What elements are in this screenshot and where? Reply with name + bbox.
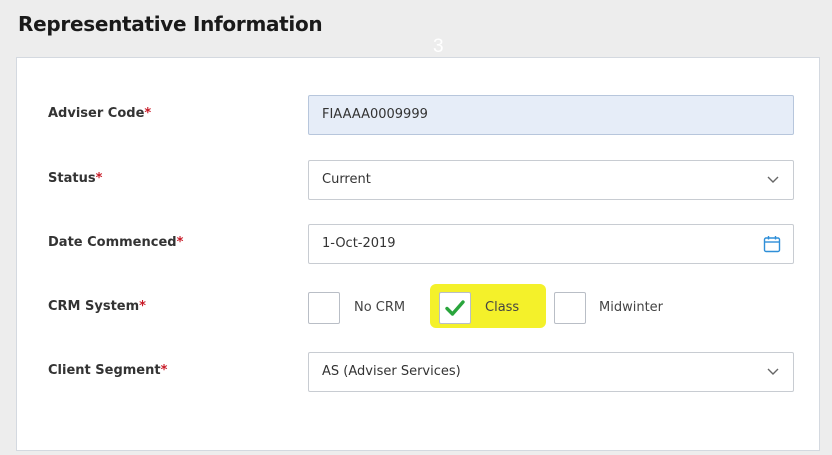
- adviser-code-label: Adviser Code*: [48, 106, 152, 121]
- required-asterisk: *: [144, 106, 152, 121]
- status-label: Status*: [48, 171, 103, 186]
- crm-system-row: CRM System* No CRM Class Midwinter: [17, 284, 819, 328]
- midwinter-checkbox[interactable]: [554, 292, 586, 324]
- crm-system-label: CRM System*: [48, 299, 146, 314]
- client-segment-value: AS (Adviser Services): [322, 364, 461, 379]
- crm-system-options: No CRM Class Midwinter: [308, 284, 808, 328]
- status-row: Status* Current: [17, 160, 819, 200]
- adviser-code-field[interactable]: FIAAAA0009999: [308, 95, 794, 135]
- required-asterisk: *: [139, 299, 146, 314]
- date-commenced-input[interactable]: 1-Oct-2019: [308, 224, 794, 264]
- no-crm-label[interactable]: No CRM: [354, 300, 405, 315]
- chevron-down-icon[interactable]: [767, 161, 779, 199]
- checkmark-icon: [445, 300, 465, 316]
- section-marker: 3: [433, 36, 444, 57]
- required-asterisk: *: [160, 363, 168, 378]
- status-value: Current: [322, 172, 371, 187]
- class-checkbox[interactable]: [439, 292, 471, 324]
- client-segment-label: Client Segment*: [48, 363, 168, 378]
- no-crm-checkbox[interactable]: [308, 292, 340, 324]
- chevron-down-icon[interactable]: [767, 353, 779, 391]
- calendar-icon[interactable]: [763, 235, 781, 253]
- midwinter-label[interactable]: Midwinter: [599, 300, 663, 315]
- client-segment-row: Client Segment* AS (Adviser Services): [17, 352, 819, 392]
- status-select[interactable]: Current: [308, 160, 794, 200]
- class-label[interactable]: Class: [485, 300, 519, 315]
- date-commenced-value: 1-Oct-2019: [322, 236, 396, 251]
- client-segment-select[interactable]: AS (Adviser Services): [308, 352, 794, 392]
- date-commenced-row: Date Commenced* 1-Oct-2019: [17, 224, 819, 264]
- date-commenced-label: Date Commenced*: [48, 235, 184, 250]
- required-asterisk: *: [176, 235, 184, 250]
- adviser-code-row: Adviser Code* FIAAAA0009999: [17, 95, 819, 135]
- representative-info-panel: Adviser Code* FIAAAA0009999 Status* Curr…: [16, 57, 820, 451]
- page-title: Representative Information: [18, 12, 323, 36]
- required-asterisk: *: [95, 171, 103, 186]
